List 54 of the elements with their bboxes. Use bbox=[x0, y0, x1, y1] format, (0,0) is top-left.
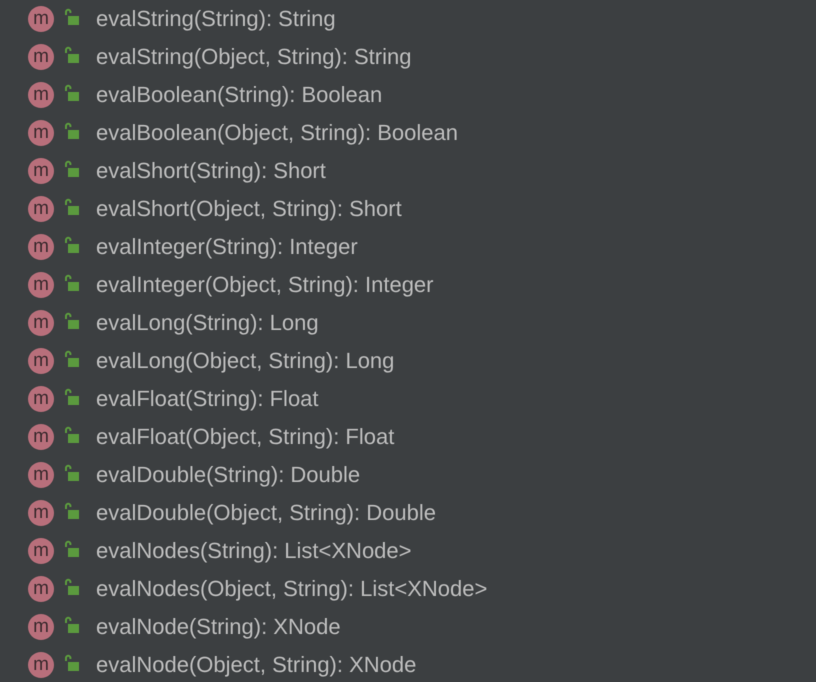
method-signature[interactable]: evalBoolean(Object, String): Boolean bbox=[96, 120, 458, 146]
open-lock-icon bbox=[64, 160, 80, 178]
open-lock-icon bbox=[64, 616, 80, 634]
open-lock-icon bbox=[64, 236, 80, 254]
method-signature[interactable]: evalLong(Object, String): Long bbox=[96, 348, 394, 374]
method-icon: m bbox=[28, 576, 54, 602]
method-signature[interactable]: evalNodes(String): List<XNode> bbox=[96, 538, 412, 564]
open-lock-icon bbox=[64, 578, 80, 596]
open-lock-icon bbox=[64, 426, 80, 444]
method-icon: m bbox=[28, 158, 54, 184]
method-signature[interactable]: evalString(String): String bbox=[96, 6, 336, 32]
method-signature[interactable]: evalNode(Object, String): XNode bbox=[96, 652, 416, 678]
method-icon: m bbox=[28, 120, 54, 146]
method-signature[interactable]: evalDouble(String): Double bbox=[96, 462, 360, 488]
open-lock-icon bbox=[64, 8, 80, 26]
method-icon: m bbox=[28, 272, 54, 298]
method-signature[interactable]: evalString(Object, String): String bbox=[96, 44, 412, 70]
method-icon: m bbox=[28, 196, 54, 222]
method-signature[interactable]: evalNodes(Object, String): List<XNode> bbox=[96, 576, 488, 602]
method-icon: m bbox=[28, 234, 54, 260]
open-lock-icon bbox=[64, 540, 80, 558]
open-lock-icon bbox=[64, 464, 80, 482]
open-lock-icon bbox=[64, 312, 80, 330]
method-signature[interactable]: evalShort(String): Short bbox=[96, 158, 326, 184]
open-lock-icon bbox=[64, 46, 80, 64]
method-icon: m bbox=[28, 44, 54, 70]
method-signature[interactable]: evalNode(String): XNode bbox=[96, 614, 341, 640]
method-signature[interactable]: evalShort(Object, String): Short bbox=[96, 196, 402, 222]
method-icon: m bbox=[28, 386, 54, 412]
method-icon: m bbox=[28, 348, 54, 374]
open-lock-icon bbox=[64, 654, 80, 672]
method-signature[interactable]: evalFloat(Object, String): Float bbox=[96, 424, 394, 450]
open-lock-icon bbox=[64, 388, 80, 406]
open-lock-icon bbox=[64, 84, 80, 102]
method-signature[interactable]: evalBoolean(String): Boolean bbox=[96, 82, 382, 108]
method-icon: m bbox=[28, 614, 54, 640]
method-signature[interactable]: evalFloat(String): Float bbox=[96, 386, 319, 412]
method-icon: m bbox=[28, 6, 54, 32]
method-signature[interactable]: evalInteger(Object, String): Integer bbox=[96, 272, 434, 298]
method-signature[interactable]: evalLong(String): Long bbox=[96, 310, 319, 336]
method-signature[interactable]: evalDouble(Object, String): Double bbox=[96, 500, 436, 526]
method-icon: m bbox=[28, 500, 54, 526]
method-icon: m bbox=[28, 538, 54, 564]
open-lock-icon bbox=[64, 502, 80, 520]
method-icon: m bbox=[28, 82, 54, 108]
method-icon: m bbox=[28, 310, 54, 336]
method-icon: m bbox=[28, 424, 54, 450]
open-lock-icon bbox=[64, 274, 80, 292]
open-lock-icon bbox=[64, 122, 80, 140]
method-icon: m bbox=[28, 652, 54, 678]
method-icon: m bbox=[28, 462, 54, 488]
open-lock-icon bbox=[64, 350, 80, 368]
method-signature[interactable]: evalInteger(String): Integer bbox=[96, 234, 358, 260]
open-lock-icon bbox=[64, 198, 80, 216]
